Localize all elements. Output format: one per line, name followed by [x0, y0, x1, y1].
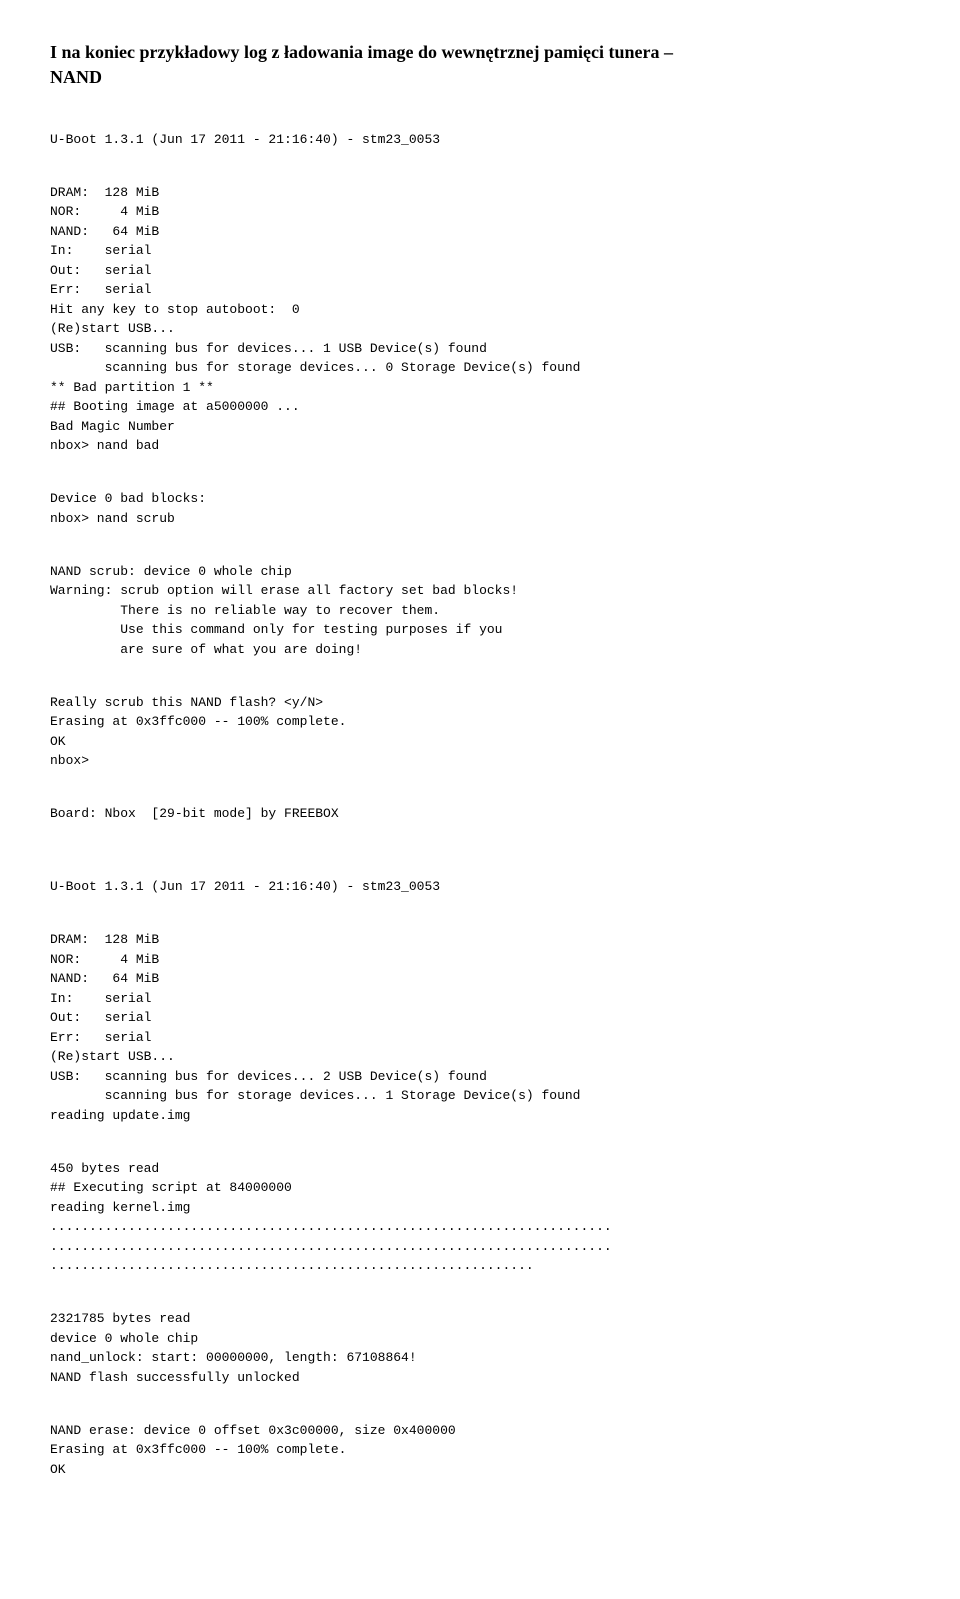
log-line: NAND erase: device 0 offset 0x3c00000, s… — [50, 1423, 456, 1438]
log-line: reading kernel.img — [50, 1200, 190, 1215]
log-line: reading update.img — [50, 1108, 190, 1123]
log-line: DRAM: 128 MiB — [50, 185, 159, 200]
log-line: nbox> — [50, 753, 89, 768]
heading-line-2: NAND — [50, 67, 102, 87]
log-line: NOR: 4 MiB — [50, 204, 159, 219]
log-line: U-Boot 1.3.1 (Jun 17 2011 - 21:16:40) - … — [50, 879, 440, 894]
log-line: Use this command only for testing purpos… — [50, 622, 502, 637]
log-line: U-Boot 1.3.1 (Jun 17 2011 - 21:16:40) - … — [50, 132, 440, 147]
log-line: ## Booting image at a5000000 ... — [50, 399, 300, 414]
log-line: Err: serial — [50, 282, 151, 297]
log-line: DRAM: 128 MiB — [50, 932, 159, 947]
log-line: ** Bad partition 1 ** — [50, 380, 214, 395]
log-line: scanning bus for storage devices... 1 St… — [50, 1088, 581, 1103]
log-line: nand_unlock: start: 00000000, length: 67… — [50, 1350, 417, 1365]
log-line: ........................................… — [50, 1258, 534, 1273]
log-line: NAND: 64 MiB — [50, 224, 159, 239]
log-line: OK — [50, 734, 66, 749]
log-line: Bad Magic Number — [50, 419, 175, 434]
log-line: nbox> nand scrub — [50, 511, 175, 526]
boot-log: U-Boot 1.3.1 (Jun 17 2011 - 21:16:40) - … — [50, 110, 910, 1513]
log-line: 450 bytes read — [50, 1161, 159, 1176]
log-line: nbox> nand bad — [50, 438, 159, 453]
log-line: Out: serial — [50, 1010, 151, 1025]
log-line: OK — [50, 1462, 66, 1477]
log-line: Device 0 bad blocks: — [50, 491, 206, 506]
log-line: NAND: 64 MiB — [50, 971, 159, 986]
log-line: ........................................… — [50, 1239, 612, 1254]
log-line: are sure of what you are doing! — [50, 642, 362, 657]
log-line: Erasing at 0x3ffc000 -- 100% complete. — [50, 714, 346, 729]
log-line: In: serial — [50, 243, 151, 258]
log-line: USB: scanning bus for devices... 1 USB D… — [50, 341, 487, 356]
log-line: ## Executing script at 84000000 — [50, 1180, 292, 1195]
log-line: device 0 whole chip — [50, 1331, 198, 1346]
log-line: scanning bus for storage devices... 0 St… — [50, 360, 581, 375]
log-line: Board: Nbox [29-bit mode] by FREEBOX — [50, 806, 339, 821]
log-line: In: serial — [50, 991, 151, 1006]
log-line: Warning: scrub option will erase all fac… — [50, 583, 518, 598]
log-line: Out: serial — [50, 263, 151, 278]
log-line: NAND scrub: device 0 whole chip — [50, 564, 292, 579]
log-line: NAND flash successfully unlocked — [50, 1370, 300, 1385]
log-line: USB: scanning bus for devices... 2 USB D… — [50, 1069, 487, 1084]
log-line: Really scrub this NAND flash? <y/N> — [50, 695, 323, 710]
log-line: (Re)start USB... — [50, 1049, 175, 1064]
log-line: There is no reliable way to recover them… — [50, 603, 440, 618]
log-line: Erasing at 0x3ffc000 -- 100% complete. — [50, 1442, 346, 1457]
log-line: NOR: 4 MiB — [50, 952, 159, 967]
log-line: ........................................… — [50, 1219, 612, 1234]
log-line: (Re)start USB... — [50, 321, 175, 336]
log-line: 2321785 bytes read — [50, 1311, 190, 1326]
section-heading: I na koniec przykładowy log z ładowania … — [50, 40, 910, 90]
log-line: Err: serial — [50, 1030, 151, 1045]
heading-line-1: I na koniec przykładowy log z ładowania … — [50, 42, 673, 62]
log-line: Hit any key to stop autoboot: 0 — [50, 302, 300, 317]
